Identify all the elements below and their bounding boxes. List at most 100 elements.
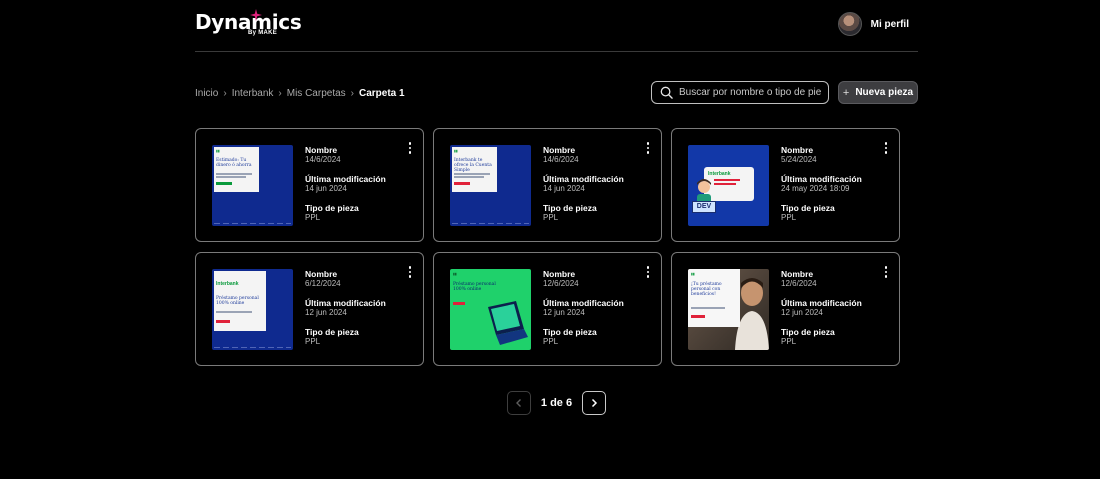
type-value: PPL	[305, 213, 321, 222]
kebab-menu-icon[interactable]	[405, 142, 415, 154]
search-icon	[660, 86, 673, 99]
new-piece-label: Nueva pieza	[855, 87, 914, 98]
name-value: 14/6/2024	[543, 155, 579, 164]
thumbnail-text-line	[216, 173, 252, 175]
pagination: 1 de 6	[507, 391, 606, 415]
thumbnail-email-panel	[688, 269, 740, 327]
breadcrumb-item-inicio[interactable]: Inicio	[195, 88, 218, 99]
name-label: Nombre	[781, 269, 814, 279]
piece-card[interactable]: ▮▮ ¡Tu préstamo personal con beneficios!…	[671, 252, 900, 366]
thumbnail-text-line	[216, 311, 252, 313]
type-label: Tipo de pieza	[305, 203, 359, 213]
next-page-button[interactable]	[582, 391, 606, 415]
sparkle-icon	[250, 9, 262, 21]
piece-card[interactable]: Interbank Préstamo personal 100% online …	[195, 252, 424, 366]
profile-menu[interactable]: Mi perfil	[837, 11, 909, 37]
name-label: Nombre	[305, 269, 338, 279]
chevron-right-icon: ›	[223, 87, 227, 99]
thumbnail-footer	[214, 222, 291, 224]
chevron-right-icon: ›	[350, 87, 354, 99]
modified-label: Última modificación	[781, 174, 862, 184]
thumbnail-footer	[452, 222, 529, 224]
type-value: PPL	[781, 213, 797, 222]
name-label: Nombre	[543, 269, 576, 279]
piece-thumbnail[interactable]: ▮▮ Estimado: Tu dinero ó ahorra	[212, 145, 293, 226]
previous-page-button[interactable]	[507, 391, 531, 415]
page-indicator: 1 de 6	[540, 397, 573, 409]
name-value: 12/6/2024	[543, 279, 579, 288]
modified-label: Última modificación	[543, 174, 624, 184]
kebab-menu-icon[interactable]	[405, 266, 415, 278]
piece-thumbnail[interactable]: ▮▮ ¡Tu préstamo personal con beneficios!	[688, 269, 769, 350]
type-value: PPL	[543, 337, 559, 346]
type-label: Tipo de pieza	[781, 327, 835, 337]
piece-card[interactable]: ▮▮ Interbank te ofrece la Cuenta Simple …	[433, 128, 662, 242]
piece-card[interactable]: Interbank DEV Nombre 5/24/2024 Última mo…	[671, 128, 900, 242]
dev-badge: DEV	[692, 201, 716, 213]
thumbnail-title: Préstamo personal 100% online	[216, 296, 259, 306]
thumbnail-cta	[453, 302, 465, 305]
chevron-left-icon	[516, 399, 521, 407]
modified-label: Última modificación	[543, 298, 624, 308]
thumbnail-cta	[216, 182, 232, 185]
type-label: Tipo de pieza	[305, 327, 359, 337]
search-box[interactable]	[651, 81, 829, 104]
type-label: Tipo de pieza	[781, 203, 835, 213]
thumbnail-text-line	[454, 176, 484, 178]
chevron-right-icon: ›	[278, 87, 282, 99]
name-value: 12/6/2024	[781, 279, 817, 288]
avatar[interactable]	[837, 12, 862, 36]
thumbnail-text-line	[714, 183, 736, 185]
thumbnail-text-line	[691, 307, 725, 309]
piece-card[interactable]: ▮▮ Préstamo personal 100% online Nombre …	[433, 252, 662, 366]
type-label: Tipo de pieza	[543, 203, 597, 213]
type-value: PPL	[543, 213, 559, 222]
thumbnail-footer	[214, 346, 291, 348]
laptop-illustration-icon	[488, 301, 528, 345]
thumbnail-title: Préstamo personal 100% online	[453, 282, 496, 292]
thumbnail-title: Estimado: Tu dinero ó ahorra	[216, 158, 252, 168]
search-input[interactable]	[679, 87, 828, 98]
name-value: 14/6/2024	[305, 155, 341, 164]
name-value: 5/24/2024	[781, 155, 817, 164]
breadcrumb-item-mis-carpetas[interactable]: Mis Carpetas	[287, 88, 346, 99]
breadcrumb: Inicio › Interbank › Mis Carpetas › Carp…	[195, 87, 405, 99]
piece-info: Nombre 6/12/2024 Última modificación 12 …	[305, 269, 405, 356]
thumbnail-text-line	[216, 176, 246, 178]
kebab-menu-icon[interactable]	[643, 266, 653, 278]
piece-info: Nombre 12/6/2024 Última modificación 12 …	[781, 269, 881, 356]
kebab-menu-icon[interactable]	[643, 142, 653, 154]
breadcrumb-item-current: Carpeta 1	[359, 87, 405, 99]
name-label: Nombre	[305, 145, 338, 155]
modified-value: 12 jun 2024	[305, 308, 347, 317]
piece-thumbnail[interactable]: Interbank DEV	[688, 145, 769, 226]
new-piece-button[interactable]: + Nueva pieza	[838, 81, 918, 104]
profile-label[interactable]: Mi perfil	[871, 19, 909, 30]
modified-value: 12 jun 2024	[781, 308, 823, 317]
chevron-right-icon	[591, 398, 598, 408]
thumbnail-brand: ▮▮	[454, 149, 458, 153]
thumbnail-cta	[216, 320, 230, 323]
plus-icon: +	[842, 86, 850, 99]
type-value: PPL	[305, 337, 321, 346]
type-value: PPL	[781, 337, 797, 346]
thumbnail-brand: ▮▮	[453, 272, 457, 276]
modified-label: Última modificación	[305, 298, 386, 308]
breadcrumb-item-interbank[interactable]: Interbank	[232, 88, 274, 99]
piece-info: Nombre 14/6/2024 Última modificación 14 …	[305, 145, 405, 232]
piece-card[interactable]: ▮▮ Estimado: Tu dinero ó ahorra Nombre 1…	[195, 128, 424, 242]
dynamics-logo[interactable]: Dynamics By MAKE	[195, 9, 302, 40]
modified-value: 24 may 2024 18:09	[781, 184, 850, 193]
kebab-menu-icon[interactable]	[881, 266, 891, 278]
piece-thumbnail[interactable]: Interbank Préstamo personal 100% online	[212, 269, 293, 350]
thumbnail-title: ¡Tu préstamo personal con beneficios!	[691, 282, 722, 297]
modified-value: 12 jun 2024	[543, 308, 585, 317]
modified-label: Última modificación	[305, 174, 386, 184]
kebab-menu-icon[interactable]	[881, 142, 891, 154]
thumbnail-text-line	[714, 179, 740, 181]
piece-thumbnail[interactable]: ▮▮ Préstamo personal 100% online	[450, 269, 531, 350]
thumbnail-cta	[454, 182, 470, 185]
name-label: Nombre	[543, 145, 576, 155]
thumbnail-text-line	[454, 173, 490, 175]
piece-thumbnail[interactable]: ▮▮ Interbank te ofrece la Cuenta Simple	[450, 145, 531, 226]
